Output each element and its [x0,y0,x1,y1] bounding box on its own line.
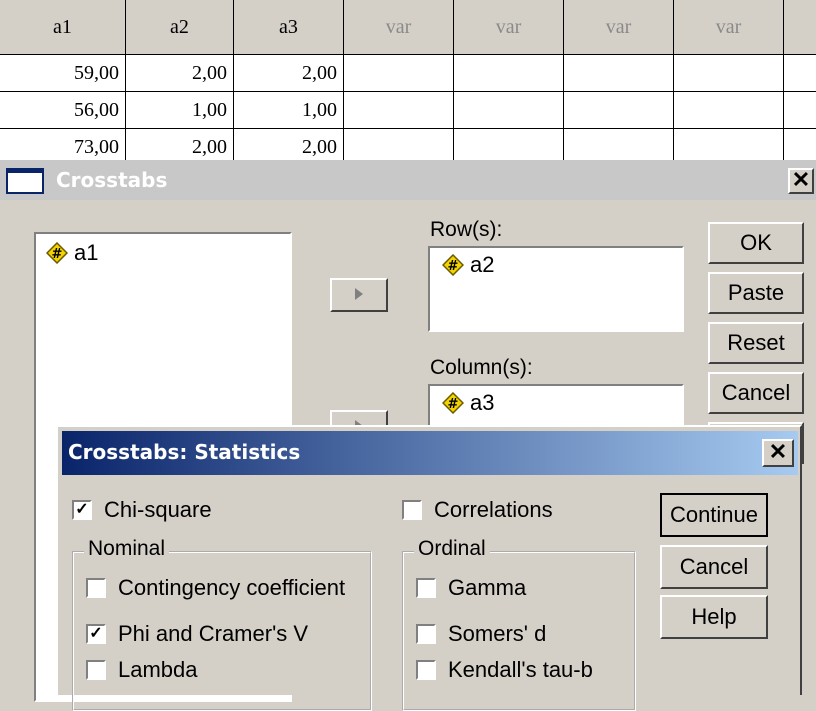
empty-cell[interactable] [674,55,784,92]
ordinal-group-label: Ordinal [414,537,490,561]
close-icon: ✕ [791,167,811,192]
scale-variable-icon: # [442,392,464,414]
data-cell[interactable]: 1,00 [234,92,344,129]
phi-cramers-v-checkbox[interactable]: ✓ Phi and Cramer's V [86,621,308,647]
help-button[interactable]: Help [660,595,768,639]
checkbox-icon [416,660,436,680]
checkbox-icon [86,660,106,680]
gamma-checkbox[interactable]: Gamma [416,575,526,601]
column-header-a1[interactable]: a1 [0,0,126,55]
checkbox-icon [402,500,422,520]
empty-cell[interactable] [454,55,564,92]
empty-cell[interactable] [564,129,674,160]
scale-variable-icon: # [442,254,464,276]
somers-d-checkbox[interactable]: Somers' d [416,621,546,647]
checkbox-icon [416,578,436,598]
empty-cell[interactable] [784,92,816,129]
empty-cell[interactable] [454,129,564,160]
column-header-var[interactable]: var [344,0,454,55]
columns-label: Column(s): [430,356,533,379]
arrow-right-icon [355,288,363,300]
crosstabs-title-bar[interactable]: Crosstabs ✕ [0,160,816,200]
cancel-button[interactable]: Cancel [708,372,804,414]
empty-cell[interactable] [454,92,564,129]
svg-text:#: # [52,247,63,262]
close-button[interactable]: ✕ [762,439,794,467]
column-header-a2[interactable]: a2 [126,0,234,55]
empty-cell[interactable] [344,92,454,129]
close-icon: ✕ [768,439,788,464]
statistics-title-bar[interactable]: Crosstabs: Statistics ✕ [62,431,798,475]
chi-square-checkbox[interactable]: ✓ Chi-square [72,497,212,523]
data-grid: a1 a2 a3 var var var var 59,00 2,00 2,00… [0,0,816,160]
continue-button[interactable]: Continue [660,493,768,537]
lambda-checkbox[interactable]: Lambda [86,657,198,683]
column-header-var[interactable]: var [454,0,564,55]
list-item[interactable]: # a2 [442,252,494,278]
data-cell[interactable]: 56,00 [0,92,126,129]
correlations-checkbox[interactable]: Correlations [402,497,553,523]
checkmark-icon: ✓ [72,500,92,520]
rows-label: Row(s): [430,218,503,241]
list-item[interactable]: # a3 [442,390,494,416]
ok-button[interactable]: OK [708,222,804,264]
data-cell[interactable]: 1,00 [126,92,234,129]
column-header-var[interactable]: var [674,0,784,55]
checkbox-icon [416,624,436,644]
empty-cell[interactable] [344,55,454,92]
move-to-rows-button[interactable] [330,278,388,312]
data-cell[interactable]: 2,00 [126,129,234,160]
reset-button[interactable]: Reset [708,322,804,364]
svg-text:#: # [448,259,459,274]
data-cell[interactable]: 2,00 [126,55,234,92]
empty-cell[interactable] [674,92,784,129]
cancel-button[interactable]: Cancel [660,545,768,589]
statistics-title: Crosstabs: Statistics [68,440,301,464]
checkmark-icon: ✓ [86,624,106,644]
list-item[interactable]: # a1 [46,240,98,266]
column-header-var[interactable]: var [564,0,674,55]
paste-button[interactable]: Paste [708,272,804,314]
empty-cell[interactable] [344,129,454,160]
empty-cell[interactable] [564,55,674,92]
data-cell[interactable]: 2,00 [234,129,344,160]
statistics-dialog: Crosstabs: Statistics ✕ ✓ Chi-square Cor… [56,425,802,711]
empty-cell[interactable] [674,129,784,160]
rows-list[interactable]: # a2 [428,246,684,332]
empty-cell[interactable] [784,55,816,92]
column-header-a3[interactable]: a3 [234,0,344,55]
nominal-group-label: Nominal [84,537,170,561]
empty-cell[interactable] [564,92,674,129]
crosstabs-title: Crosstabs [56,168,168,192]
data-cell[interactable]: 59,00 [0,55,126,92]
kendalls-tau-b-checkbox[interactable]: Kendall's tau-b [416,657,593,683]
empty-cell[interactable] [784,129,816,160]
checkbox-icon [86,578,106,598]
data-cell[interactable]: 73,00 [0,129,126,160]
data-cell[interactable]: 2,00 [234,55,344,92]
contingency-coefficient-checkbox[interactable]: Contingency coefficient [86,575,345,601]
close-button[interactable]: ✕ [788,168,814,194]
window-icon [6,168,44,194]
scale-variable-icon: # [46,242,68,264]
column-header-blank [784,0,816,55]
svg-text:#: # [448,397,459,412]
